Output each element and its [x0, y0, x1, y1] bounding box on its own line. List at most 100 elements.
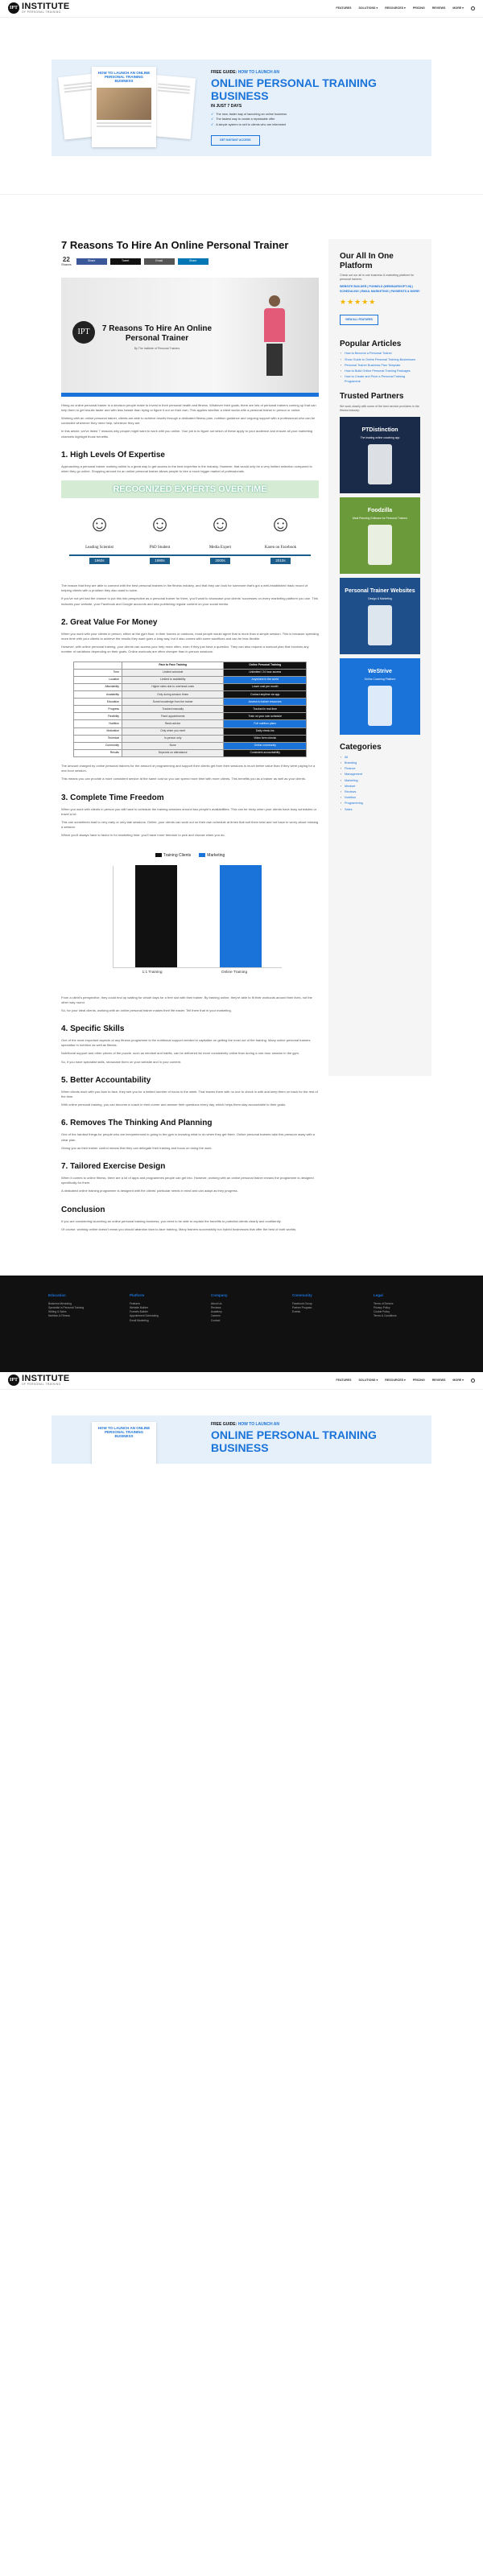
share-count: 22 Shares	[61, 255, 72, 266]
col-online: Online Personal Training	[223, 661, 307, 670]
comparison-row: Progress Tracked manually Tracked in real …	[73, 705, 307, 714]
nav-pricing[interactable]: PRICING	[413, 1379, 425, 1383]
category-link[interactable]: Management	[341, 773, 420, 777]
promo-book-cover: HOW TO LAUNCH AN ONLINE PERSONAL TRAININ…	[92, 1421, 156, 1464]
footer-column: Company About Us Reviews Academy Careers Cont…	[211, 1293, 272, 1354]
footer-link[interactable]: Terms & Conditions	[374, 1314, 435, 1318]
footer-link[interactable]: Email Marketing	[130, 1319, 191, 1323]
timeline-year: 2000s	[210, 557, 230, 565]
comparison-label: Flexibility	[73, 712, 122, 721]
top-navbar-repeat: IPT INSTITUTE OF PERSONAL TRAINING FEATU…	[0, 1371, 483, 1390]
comparison-row: Technical In-person only Video form checks	[73, 734, 307, 743]
promo-eyebrow: FREE GUIDE: HOW TO LAUNCH AN	[211, 1421, 280, 1427]
twitter-share-button[interactable]: Tweet	[109, 258, 141, 265]
comparison-online-value: Unlimited / 24 hour access	[223, 668, 307, 677]
paragraph: However, with online personal training, …	[61, 645, 309, 654]
popular-article-link[interactable]: Show Guide to Online Personal Training B…	[341, 358, 420, 363]
paragraph: With online personal training, you can b…	[61, 1103, 287, 1107]
section-heading: 5. Better Accountability	[61, 1075, 151, 1085]
footer-column-title: Platform	[130, 1292, 145, 1297]
nav-solutions[interactable]: SOLUTIONS ▾	[358, 1379, 378, 1383]
comparison-online-value: Full nutrition plans	[223, 719, 307, 728]
category-link[interactable]: Marketing	[341, 779, 420, 784]
comparison-online-value: Video form checks	[223, 734, 307, 743]
comparison-row: Location Limited to availability Anywhere …	[73, 675, 307, 684]
popular-article-link[interactable]: How to Become a Personal Trainer	[341, 352, 420, 357]
col-face-to-face: Face to Face Training	[121, 661, 225, 670]
paragraph: When you work with clients in person you…	[61, 806, 317, 816]
site-logo[interactable]: IPT INSTITUTE OF PERSONAL TRAINING	[8, 2, 70, 14]
expert-label: Karen on Facebook	[264, 546, 297, 550]
sidebar-heading-popular: Popular Articles	[340, 339, 402, 348]
comparison-online-value: Anywhere in the world	[223, 675, 307, 684]
partner-ad-ptdistinction[interactable]: PTDistinction The leading online coaching…	[340, 417, 420, 494]
partner-ad-foodzilla[interactable]: Foodzilla Meal Planning Software for Pers…	[340, 497, 420, 575]
experts-figure-heading: RECOGNIZED EXPERTS OVER TIME	[61, 480, 319, 499]
nav-reviews[interactable]: REVIEWS	[432, 6, 446, 10]
time-bar-chart: Training Clients Marketing 1:1 Training …	[85, 846, 295, 987]
footer-link[interactable]: Nutrition & Fitness	[48, 1314, 109, 1318]
category-link[interactable]: Sales	[341, 808, 420, 813]
view-features-button[interactable]: VIEW ALL FEATURES	[340, 314, 379, 325]
student-icon: ☺	[148, 511, 171, 537]
site-logo[interactable]: IPT INSTITUTE OF PERSONAL TRAINING	[8, 1375, 70, 1387]
nav-solutions[interactable]: SOLUTIONS ▾	[358, 6, 378, 10]
timeline-year: 1960s	[89, 557, 109, 565]
categories-list: AllBrandingFinanceManagement MarketingMin…	[340, 756, 420, 812]
nav-more[interactable]: MORE ▾	[452, 6, 464, 10]
karen-icon: ☺	[269, 511, 292, 537]
search-icon[interactable]	[471, 1378, 475, 1383]
email-share-button[interactable]: Email	[143, 258, 175, 265]
site-footer: Education Business Mentoring Specialist in…	[0, 1275, 483, 1372]
comparison-row: Affordability Higher rates due to overhea…	[73, 682, 307, 692]
section-heading: 3. Complete Time Freedom	[61, 793, 164, 802]
rating-stars-icon: ★★★★★	[340, 298, 377, 307]
footer-link[interactable]: Events	[292, 1310, 353, 1314]
paragraph: One of the most important aspects of any…	[61, 1038, 311, 1048]
footer-column: Community Facebook Group Partner Program Ev…	[292, 1293, 353, 1354]
category-link[interactable]: Finance	[341, 767, 420, 772]
logo-sub-text: OF PERSONAL TRAINING	[22, 10, 61, 14]
partner-ad-westrive[interactable]: WeStrive Online Coaching Platform	[340, 658, 420, 736]
sidebar-heading-platform: Our All In One Platform	[340, 252, 394, 270]
sidebar-heading-partners: Trusted Partners	[340, 392, 404, 402]
promo-section-repeat: HOW TO LAUNCH AN ONLINE PERSONAL TRAININ…	[0, 1389, 483, 1476]
partner-ad-websites[interactable]: Personal Trainer Websites Design & Market…	[340, 578, 420, 655]
search-icon[interactable]	[471, 6, 475, 10]
hero-subtitle: By The Institute of Personal Trainers	[134, 346, 180, 350]
nav-more[interactable]: MORE ▾	[452, 1379, 464, 1383]
popular-article-link[interactable]: Personal Trainer Business Plan Template	[341, 364, 420, 369]
paragraph: Hiring an online personal trainer is a d…	[61, 402, 316, 412]
category-link[interactable]: Nutrition	[341, 796, 420, 801]
comparison-label: Time	[73, 668, 122, 677]
category-link[interactable]: Branding	[341, 761, 420, 766]
category-link[interactable]: Mindset	[341, 785, 420, 789]
comparison-label: Results	[73, 748, 122, 758]
sidebar: Our All In One Platform Check out our al…	[328, 239, 431, 1076]
popular-article-link[interactable]: How to Build Online Personal Training Pa…	[341, 369, 420, 374]
get-access-button[interactable]: GET INSTANT ACCESS	[211, 134, 260, 146]
share-bar: 22 Shares Share Tweet Email Share	[61, 255, 319, 266]
category-link[interactable]: Programming	[341, 802, 420, 806]
nav-reviews[interactable]: REVIEWS	[432, 1379, 446, 1383]
nav-pricing[interactable]: PRICING	[413, 6, 425, 10]
popular-article-link[interactable]: How to Create and Price a Personal Train…	[341, 375, 420, 384]
facebook-share-button[interactable]: Share	[76, 258, 107, 265]
sidebar-feature-links[interactable]: WEBSITE BUILDER | FUNNELS (WEBINARS/OPT-…	[340, 285, 420, 295]
category-link[interactable]: Reviews	[341, 790, 420, 795]
footer-column-title: Company	[211, 1292, 228, 1297]
chart-legend: Training Clients Marketing	[85, 847, 295, 859]
nav-resources[interactable]: RESOURCES ▾	[385, 6, 406, 10]
section-heading: 4. Specific Skills	[61, 1024, 125, 1034]
footer-link[interactable]: Contact	[211, 1319, 272, 1323]
linkedin-share-button[interactable]: Share	[177, 258, 208, 265]
promo-headline: ONLINE PERSONAL TRAINING BUSINESS	[211, 1428, 377, 1454]
category-link[interactable]: All	[341, 756, 420, 760]
promo-book-cover: HOW TO LAUNCH AN ONLINE PERSONAL TRAININ…	[92, 67, 156, 147]
footer-column-title: Legal	[374, 1292, 383, 1297]
comparison-table: Face to Face Training Online Personal Tra…	[73, 661, 307, 758]
nav-resources[interactable]: RESOURCES ▾	[385, 1379, 406, 1383]
comparison-label: Progress	[73, 705, 122, 714]
nav-features[interactable]: FEATURES	[336, 1379, 351, 1383]
nav-features[interactable]: FEATURES	[336, 6, 351, 10]
